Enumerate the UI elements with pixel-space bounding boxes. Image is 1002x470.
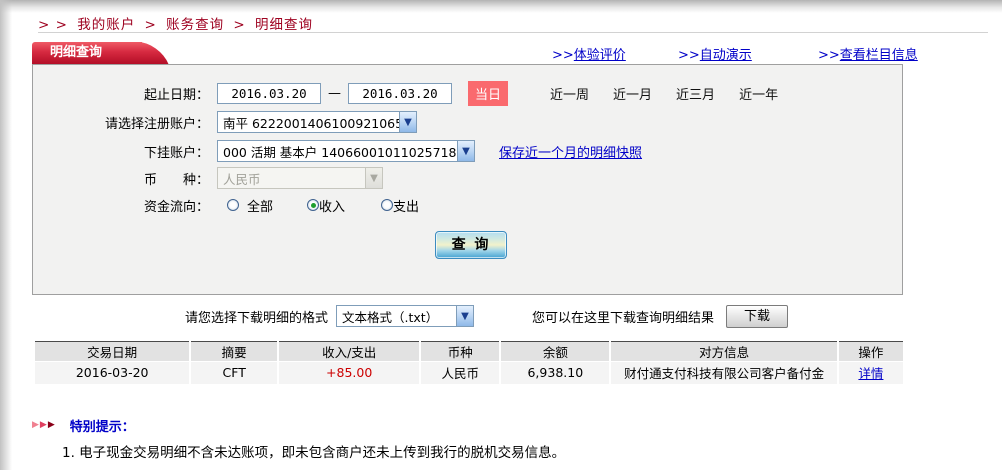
flow-radio-income-label: 收入 xyxy=(319,196,345,215)
chevron-down-icon: ▼ xyxy=(456,306,473,326)
special-notes: ▶ ▶ ▶ 特别提示： 1. 电子现金交易明细不含未达账项，即未包含商户还未上传… xyxy=(32,416,972,470)
breadcrumb-divider xyxy=(38,32,988,33)
chevron-down-icon: ▼ xyxy=(457,141,474,161)
tab-detail-query: 明细查询 xyxy=(32,42,142,64)
currency-select: 人民币 ▼ xyxy=(217,167,383,189)
chevron-down-icon: ▼ xyxy=(365,168,382,188)
sub-account-label: 下挂账户： xyxy=(33,142,209,161)
flow-radio-expense[interactable]: 支出 xyxy=(381,196,419,215)
download-format-label: 请您选择下载明细的格式 xyxy=(185,307,328,326)
notes-header: ▶ ▶ ▶ 特别提示： xyxy=(32,416,972,435)
flow-radio-all[interactable]: 全部 xyxy=(227,196,273,215)
cell-date: 2016-03-20 xyxy=(35,362,190,384)
date-range-dash: — xyxy=(328,86,341,101)
cell-summary: CFT xyxy=(190,362,278,384)
quick-range-month[interactable]: 近一月 xyxy=(613,84,652,103)
col-header-amount: 收入/支出 xyxy=(278,342,420,362)
notes-title: 特别提示： xyxy=(70,416,135,435)
link-prefix: >> xyxy=(818,48,840,63)
link-experience-rating[interactable]: >>体验评价 xyxy=(552,44,626,63)
sub-account-value: 000 活期 基本户 1406600101102571848 xyxy=(218,142,457,161)
register-account-value: 南平 6222001406100921065 灵通卡 xyxy=(218,113,399,132)
date-range-label: 起止日期： xyxy=(33,84,209,103)
col-header-currency: 币种 xyxy=(420,342,500,362)
col-header-counterparty: 对方信息 xyxy=(610,342,837,362)
save-snapshot-link[interactable]: 保存近一个月的明细快照 xyxy=(499,142,642,161)
col-header-balance: 余额 xyxy=(500,342,610,362)
date-range-row: 起止日期： — 当日 近一周 近一月 近三月 近一年 xyxy=(33,81,902,105)
cell-currency: 人民币 xyxy=(420,362,500,384)
top-gradient-bar xyxy=(0,0,1002,13)
link-prefix: >> xyxy=(678,48,700,63)
link-auto-demo[interactable]: >>自动演示 xyxy=(678,44,752,63)
detail-link[interactable]: 详情 xyxy=(858,366,883,381)
radio-icon xyxy=(307,199,319,211)
flow-radio-expense-label: 支出 xyxy=(393,196,419,215)
breadcrumb-item-detail-query[interactable]: 明细查询 xyxy=(255,17,313,33)
quick-range-3months[interactable]: 近三月 xyxy=(676,84,715,103)
date-from-input[interactable] xyxy=(217,83,321,104)
download-result-label: 您可以在这里下载查询明细结果 xyxy=(532,307,714,326)
flow-radio-all-label: 全部 xyxy=(247,196,273,215)
currency-row: 币 种： 人民币 ▼ xyxy=(33,166,902,190)
breadcrumb-separator: > xyxy=(233,17,245,33)
register-account-row: 请选择注册账户： 南平 6222001406100921065 灵通卡 ▼ xyxy=(33,110,902,134)
register-account-label: 请选择注册账户： xyxy=(33,113,209,132)
cell-counterparty: 财付通支付科技有限公司客户备付金 xyxy=(610,362,837,384)
left-gradient-strip xyxy=(0,0,12,470)
col-header-date: 交易日期 xyxy=(35,342,190,362)
cell-amount: +85.00 xyxy=(278,362,420,384)
download-button[interactable]: 下载 xyxy=(726,305,788,328)
breadcrumb-item-account-query[interactable]: 账务查询 xyxy=(166,17,224,33)
transaction-table: 交易日期 摘要 收入/支出 币种 余额 对方信息 操作 2016-03-20 C… xyxy=(35,341,903,384)
sub-account-select[interactable]: 000 活期 基本户 1406600101102571848 ▼ xyxy=(217,140,475,162)
table-row: 2016-03-20 CFT +85.00 人民币 6,938.10 财付通支付… xyxy=(35,362,903,384)
triangle-icon: ▶ xyxy=(40,421,47,430)
currency-label: 币 种： xyxy=(33,169,209,188)
fund-flow-label: 资金流向： xyxy=(33,196,209,215)
col-header-action: 操作 xyxy=(838,342,903,362)
today-button[interactable]: 当日 xyxy=(468,81,508,106)
sub-account-row: 下挂账户： 000 活期 基本户 1406600101102571848 ▼ 保… xyxy=(33,139,902,163)
breadcrumb-separator: > xyxy=(145,17,157,33)
detail-query-page: > > 我的账户 > 账务查询 > 明细查询 明细查询 >>体验评价 >>自动演… xyxy=(0,0,1002,470)
register-account-select[interactable]: 南平 6222001406100921065 灵通卡 ▼ xyxy=(217,111,417,133)
date-to-input[interactable] xyxy=(348,83,452,104)
download-format-value: 文本格式（.txt） xyxy=(337,307,456,326)
quick-range-week[interactable]: 近一周 xyxy=(550,84,589,103)
link-prefix: >> xyxy=(552,48,574,63)
currency-value: 人民币 xyxy=(218,169,365,188)
fund-flow-row: 资金流向： 全部 收入 支出 xyxy=(33,193,902,217)
col-header-summary: 摘要 xyxy=(190,342,278,362)
table-header-row: 交易日期 摘要 收入/支出 币种 余额 对方信息 操作 xyxy=(35,342,903,362)
breadcrumb-item-my-account[interactable]: 我的账户 xyxy=(77,17,135,33)
triangle-icon: ▶ xyxy=(48,421,55,430)
radio-icon xyxy=(381,199,393,211)
triangle-icon: ▶ xyxy=(32,421,39,430)
note-item-1: 1. 电子现金交易明细不含未达账项，即未包含商户还未上传到我行的脱机交易信息。 xyxy=(62,441,972,461)
link-view-column-info[interactable]: >>查看栏目信息 xyxy=(818,44,918,63)
radio-icon xyxy=(227,199,239,211)
breadcrumb-prefix: > > xyxy=(38,17,68,33)
flow-radio-income[interactable]: 收入 xyxy=(307,196,345,215)
download-row: 请您选择下载明细的格式 文本格式（.txt） ▼ 您可以在这里下载查询明细结果 … xyxy=(35,304,903,328)
download-format-select[interactable]: 文本格式（.txt） ▼ xyxy=(336,305,474,327)
quick-range-year[interactable]: 近一年 xyxy=(739,84,778,103)
chevron-down-icon: ▼ xyxy=(399,112,416,132)
query-form-panel: 起止日期： — 当日 近一周 近一月 近三月 近一年 请选择注册账户： 南平 6… xyxy=(32,64,903,295)
query-button[interactable]: 查 询 xyxy=(435,231,507,259)
cell-balance: 6,938.10 xyxy=(500,362,610,384)
breadcrumb: > > 我的账户 > 账务查询 > 明细查询 xyxy=(38,13,317,33)
